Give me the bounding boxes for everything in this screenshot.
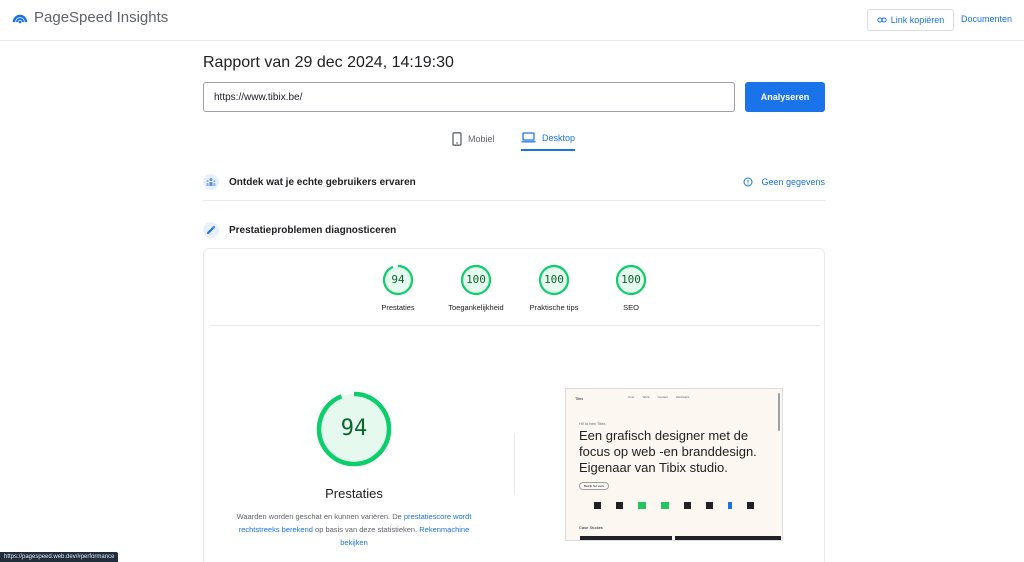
field-data-section: Ontdek wat je echte gebruikers ervaren G… [203,171,825,193]
score-gauge: 100 [615,264,647,296]
main-score-label: Prestaties [325,486,383,501]
score-label: Prestaties [381,303,415,312]
analyze-button[interactable]: Analyseren [745,82,825,112]
screenshot-client-logos [594,502,754,509]
tab-mobile-label: Mobiel [468,134,495,144]
client-logo-icon [747,502,754,509]
mobile-phone-icon [452,132,462,146]
pagespeed-logo-icon [12,14,28,23]
docs-link[interactable]: Documenten [961,14,1012,24]
score-gauge: 100 [460,264,492,296]
score-value: 100 [466,273,486,286]
score-value: 100 [621,273,641,286]
screenshot-greeting: Hi! Ik ben Tibix. [579,421,607,426]
screenshot-nav-item: Over [628,395,635,399]
client-logo-icon [616,502,623,509]
score-accessibility[interactable]: 100 Toegankelijkheid [436,264,516,312]
client-logo-icon [684,502,691,509]
screenshot-scrollbar [778,393,780,431]
laptop-icon [521,132,536,143]
score-performance[interactable]: 94 Prestaties [358,264,438,312]
main-performance-gauge: 94 [315,390,393,468]
screenshot-nav-items: Over Werk Contact Werkwijze [628,395,689,399]
score-best-practices[interactable]: 100 Praktische tips [514,264,594,312]
users-icon [203,174,219,190]
screenshot-logo: Tibix [575,396,584,401]
screenshot-nav-item: Contact [657,395,668,399]
description-text: op basis van deze statistieken. [312,525,420,534]
link-icon [877,17,887,23]
top-bar: PageSpeed Insights Link kopiëren Documen… [0,0,1024,41]
screenshot-nav-item: Werkwijze [675,395,690,399]
client-logo-icon [594,502,601,509]
main-score-value: 94 [340,416,368,441]
field-data-title: Ontdek wat je echte gebruikers ervaren [229,176,416,188]
screenshot-nav: Tibix Over Werk Contact Werkwijze [566,389,782,407]
status-bar-url: https://pagespeed.web.dev/#performance [0,552,119,562]
diagnostics-section: Prestatieproblemen diagnosticeren [203,219,825,241]
app-name: PageSpeed Insights [34,9,169,26]
score-seo[interactable]: 100 SEO [591,264,671,312]
no-data-link[interactable]: Geen gegevens [743,177,825,187]
screenshot-headline: Een grafisch designer met de focus op we… [579,428,757,475]
copy-link-label: Link kopiëren [890,15,945,25]
client-logo-icon [706,502,713,509]
client-logo-icon [661,502,669,509]
copy-link-button[interactable]: Link kopiëren [867,9,954,31]
info-icon [743,177,753,187]
tab-desktop-label: Desktop [542,132,576,143]
screenshot-case-image [580,536,672,540]
no-data-label: Geen gegevens [761,177,825,187]
vertical-separator [514,433,515,495]
score-label: Praktische tips [529,303,579,312]
score-value: 100 [544,273,564,286]
lighthouse-score-card: 94 Prestaties 100 Toegankelijkheid 100 P… [203,248,825,562]
app-logo[interactable]: PageSpeed Insights [12,9,168,26]
report-title: Rapport van 29 dec 2024, 14:19:30 [203,54,454,71]
score-description: Waarden worden geschat en kunnen variëre… [226,510,482,549]
description-text: Waarden worden geschat en kunnen variëre… [236,512,404,521]
page-screenshot: Tibix Over Werk Contact Werkwijze Hi! Ik… [565,388,783,541]
score-value: 94 [391,273,405,286]
score-label: Toegankelijkheid [448,303,504,312]
score-label: SEO [623,303,639,312]
client-logo-icon [638,502,646,509]
client-logo-icon [728,502,732,509]
tab-desktop[interactable]: Desktop [521,132,576,151]
diagnostics-title: Prestatieproblemen diagnosticeren [229,224,397,236]
screenshot-case-studies: Case Studies [579,525,603,530]
section-divider [203,200,825,201]
flask-diagnose-icon [203,222,219,238]
url-input[interactable] [203,82,735,112]
card-divider [210,325,820,326]
screenshot-case-image [675,536,781,540]
tab-mobile[interactable]: Mobiel [452,132,495,152]
screenshot-nav-item: Werk [642,395,650,399]
score-gauge: 100 [538,264,570,296]
score-gauge: 94 [382,264,414,296]
screenshot-cta: Bekijk het werk [579,482,610,490]
